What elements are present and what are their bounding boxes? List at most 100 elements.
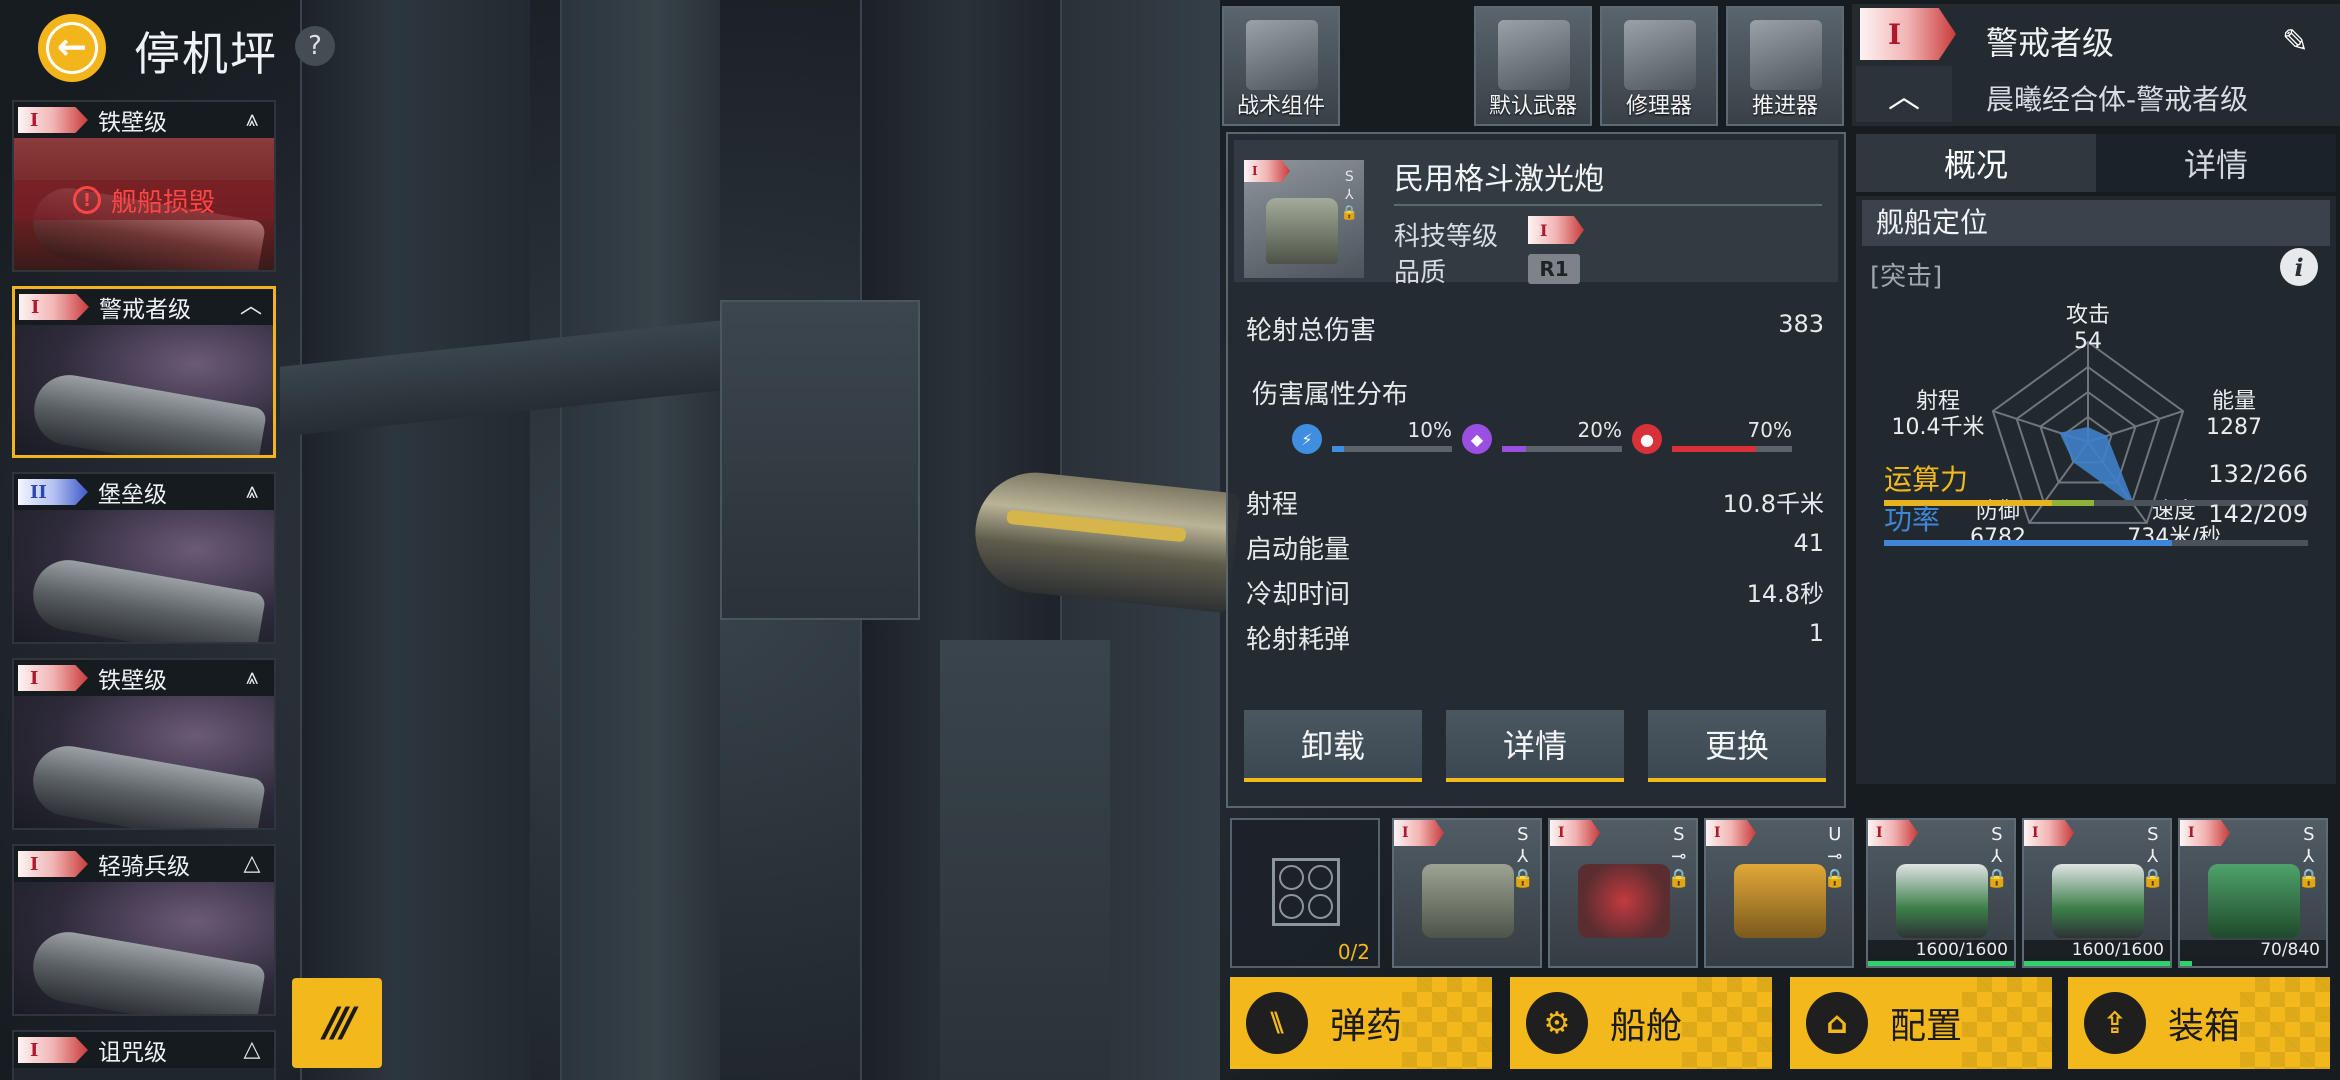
power-label: 功率 — [1884, 503, 1941, 536]
unload-button[interactable]: 卸载 — [1244, 710, 1422, 782]
cabin-button[interactable]: ⚙ 船舱 — [1510, 977, 1772, 1069]
ammo-button[interactable]: ⑊ 弹药 — [1230, 977, 1492, 1069]
collapse-button[interactable]: ︿ — [1856, 66, 1952, 122]
radar-range-label: 射程 — [1916, 389, 1960, 414]
edit-icon[interactable]: ✎ — [2282, 22, 2322, 62]
ship-card[interactable]: I 铁壁级 ⩓ — [12, 658, 276, 830]
back-button[interactable]: ← — [38, 14, 106, 82]
expand-icon[interactable]: △ — [238, 850, 266, 878]
equipment-slot[interactable]: I S ⅄ 🔒 1600/1600 — [1866, 818, 2016, 968]
ship-card[interactable]: I 轻骑兵级 △ — [12, 844, 276, 1016]
help-icon[interactable]: ? — [295, 26, 335, 66]
ship-art — [14, 882, 274, 1014]
damage-electric: ⚡ 10% — [1292, 418, 1462, 458]
ship-card-header: II 堡垒级 — [14, 474, 274, 510]
radar-attack-value: 54 — [2074, 329, 2102, 354]
tab-details[interactable]: 详情 — [2096, 134, 2336, 192]
power-bar — [1884, 540, 2308, 546]
ship-card[interactable]: II 堡垒级 ⩓ — [12, 472, 276, 644]
pack-button[interactable]: ⇪ 装箱 — [2068, 977, 2330, 1069]
tactical-module-slot[interactable]: 战术组件 — [1222, 6, 1340, 126]
alert-text: 舰船损毁 — [110, 187, 215, 218]
equipment-slot[interactable]: I S ⊸ 🔒 — [1548, 818, 1698, 968]
stat-label: 射程 — [1246, 490, 1299, 520]
ship-card[interactable]: I 诅咒级 △ — [12, 1030, 276, 1080]
tier-badge: I — [1550, 820, 1600, 846]
ship-card-header: I 铁壁级 — [14, 660, 274, 696]
thruster-slot[interactable]: 推进器 — [1726, 6, 1844, 126]
dock-slab — [940, 640, 1110, 1080]
expand-icon[interactable]: ⩓ — [238, 478, 266, 506]
total-damage-row: 轮射总伤害 383 — [1246, 310, 1824, 347]
ship-card-header: I 铁壁级 — [14, 102, 274, 138]
compute-label: 运算力 — [1884, 463, 1969, 496]
tier-badge: I — [1860, 8, 1956, 60]
default-weapon-slot[interactable]: 默认武器 — [1474, 6, 1592, 126]
dock-block — [720, 300, 920, 620]
damage-bar-fill — [1672, 446, 1756, 452]
power-row: 功率 142/209 — [1884, 498, 2308, 558]
damage-thermal: ● 70% — [1632, 418, 1802, 458]
repairer-slot[interactable]: 修理器 — [1600, 6, 1718, 126]
info-icon[interactable]: i — [2280, 248, 2318, 286]
stat-label: 启动能量 — [1246, 535, 1351, 565]
action-label: 船舱 — [1610, 1006, 1683, 1047]
slot-label: 推进器 — [1751, 94, 1818, 119]
ship-name: 铁壁级 — [98, 668, 167, 694]
equipment-slot[interactable]: I S ⅄ 🔒 1600/1600 — [2022, 818, 2172, 968]
tier-badge: I — [1868, 820, 1918, 846]
repair-module-icon — [1578, 864, 1670, 938]
ship-name: 轻骑兵级 — [98, 854, 190, 880]
tier-badge: I — [18, 1037, 88, 1063]
stat-label: 冷却时间 — [1246, 580, 1351, 610]
stat-value: 14.8秒 — [1746, 580, 1824, 608]
ship-name: 警戒者级 — [99, 297, 191, 323]
equipment-slot[interactable]: I S ⅄ 🔒 70/840 — [2178, 818, 2328, 968]
ship-card[interactable]: I 铁壁级 ⩓ ! 舰船损毁 — [12, 100, 276, 272]
details-button[interactable]: 详情 — [1446, 710, 1624, 782]
power-bar-fill — [1884, 540, 2172, 546]
turret-icon — [2052, 864, 2144, 938]
damage-percent: 70% — [1747, 418, 1792, 442]
stat-row: 轮射耗弹 1 — [1246, 619, 1824, 656]
slot-label: 修理器 — [1625, 94, 1692, 119]
damage-kinetic: ◆ 20% — [1462, 418, 1632, 458]
slot-label: 战术组件 — [1236, 94, 1325, 119]
slot-tags: S ⅄ 🔒 — [2297, 824, 2320, 889]
ship-art — [14, 696, 274, 828]
replace-button[interactable]: 更换 — [1648, 710, 1826, 782]
damage-bar — [1332, 446, 1452, 452]
info-tabs: 概况 详情 — [1856, 134, 2336, 192]
weapon-tags: S ⅄ 🔒 — [1340, 169, 1358, 221]
collapse-icon[interactable]: ︿ — [237, 293, 265, 321]
slot-tags: U ⊸ 🔒 — [1823, 824, 1846, 889]
tier-badge: I — [18, 665, 88, 691]
stat-value: 1 — [1808, 619, 1824, 647]
equipment-slot[interactable]: I S ⅄ 🔒 — [1392, 818, 1542, 968]
tier-badge: I — [2180, 820, 2230, 846]
equipment-slot[interactable]: I U ⊸ 🔒 — [1704, 818, 1854, 968]
damage-bar-fill — [1502, 446, 1526, 452]
weapon-header: I S ⅄ 🔒 民用格斗激光炮 科技等级 I 品质 R1 — [1234, 140, 1838, 288]
turret-icon — [1734, 864, 1826, 938]
ship-list[interactable]: I 铁壁级 ⩓ ! 舰船损毁 I 警戒者级 ︿ II 堡垒级 ⩓ I 铁壁级 ⩓ — [12, 100, 280, 1080]
fleet-button[interactable]: /// — [292, 978, 382, 1068]
ammo-icon: ⑊ — [1246, 992, 1308, 1054]
expand-icon[interactable]: ⩓ — [238, 664, 266, 692]
action-label: 配置 — [1890, 1006, 1963, 1047]
ship-card-selected[interactable]: I 警戒者级 ︿ — [12, 286, 276, 458]
slot-tags: S ⅄ 🔒 — [1511, 824, 1534, 889]
ship-art — [14, 510, 274, 642]
turret-icon — [1422, 864, 1514, 938]
empty-module-slot[interactable]: 0/2 — [1230, 818, 1380, 968]
tier-badge: I — [18, 851, 88, 877]
ship-hull — [27, 740, 267, 828]
lightning-icon: ⚡ — [1292, 424, 1322, 454]
config-button[interactable]: ⌂ 配置 — [1790, 977, 2052, 1069]
expand-icon[interactable]: ⩓ — [238, 106, 266, 134]
hp-bar — [1868, 961, 2014, 966]
ship-card-header: I 轻骑兵级 — [14, 846, 274, 882]
expand-icon[interactable]: △ — [238, 1036, 266, 1064]
radar-attack-label: 攻击 — [2066, 303, 2110, 328]
tab-overview[interactable]: 概况 — [1856, 134, 2096, 192]
